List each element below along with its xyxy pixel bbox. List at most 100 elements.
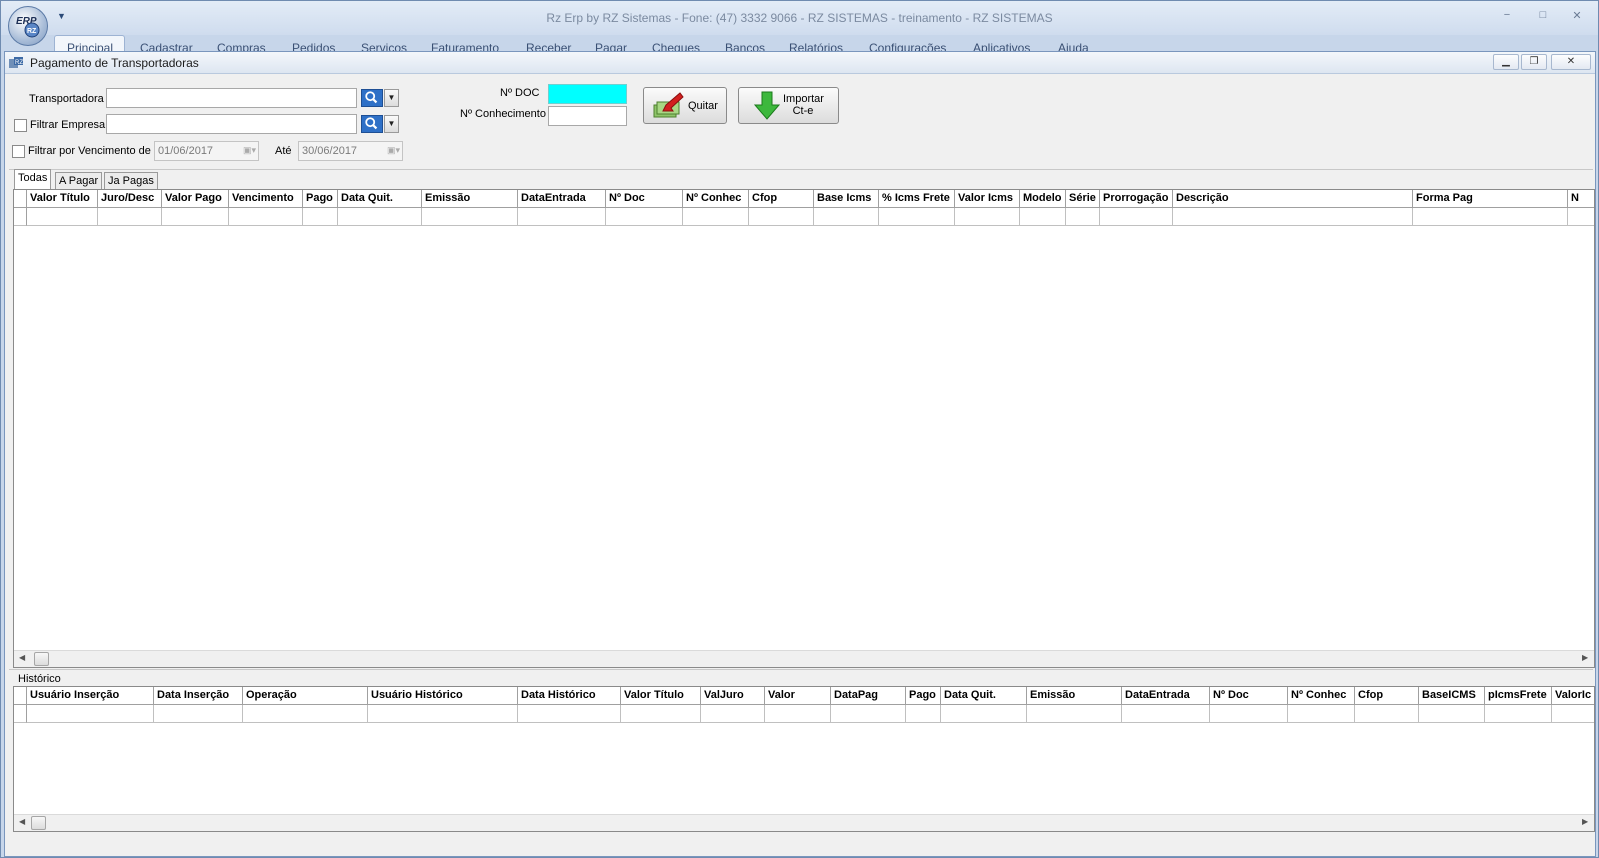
- child-minimize-button[interactable]: ▁: [1493, 54, 1519, 70]
- close-button[interactable]: ✕: [1569, 9, 1585, 23]
- cell[interactable]: [1100, 208, 1173, 226]
- col-valor-icms[interactable]: Valor Icms: [955, 190, 1020, 208]
- cell[interactable]: [1020, 208, 1066, 226]
- col-data-historico[interactable]: Data Histórico: [518, 687, 621, 705]
- cell[interactable]: [765, 705, 831, 723]
- col-valor-titulo[interactable]: Valor Título: [621, 687, 701, 705]
- maximize-button[interactable]: □: [1535, 9, 1551, 23]
- minimize-button[interactable]: −: [1499, 9, 1515, 23]
- col-data-quit[interactable]: Data Quit.: [338, 190, 422, 208]
- date-to-picker[interactable]: 30/06/2017 ▣▾: [298, 141, 403, 161]
- importar-cte-button[interactable]: Importar Ct-e: [738, 87, 839, 124]
- cell[interactable]: [831, 705, 906, 723]
- tab-a-pagar[interactable]: A Pagar: [55, 172, 103, 190]
- cell[interactable]: [906, 705, 941, 723]
- ndoc-input[interactable]: [548, 84, 627, 104]
- cell[interactable]: [955, 208, 1020, 226]
- tab-ja-pagas[interactable]: Ja Pagas: [104, 172, 158, 190]
- cell[interactable]: [1355, 705, 1419, 723]
- cell[interactable]: [1027, 705, 1122, 723]
- scroll-left-arrow[interactable]: ◀: [19, 653, 25, 662]
- col-data-quit[interactable]: Data Quit.: [941, 687, 1027, 705]
- scroll-right-arrow[interactable]: ▶: [1582, 653, 1588, 662]
- calendar-dropdown-icon[interactable]: ▣▾: [387, 145, 400, 156]
- col-serie[interactable]: Série: [1066, 190, 1100, 208]
- cell[interactable]: [98, 208, 162, 226]
- cell[interactable]: [229, 208, 303, 226]
- col-data-entrada[interactable]: DataEntrada: [1122, 687, 1210, 705]
- cell[interactable]: [1288, 705, 1355, 723]
- main-grid[interactable]: Valor Título Juro/Desc Valor Pago Vencim…: [13, 189, 1595, 668]
- transportadora-dropdown-button[interactable]: ▼: [384, 89, 399, 107]
- tab-todas[interactable]: Todas: [14, 169, 52, 190]
- cell[interactable]: [1419, 705, 1485, 723]
- empresa-search-button[interactable]: [361, 115, 383, 133]
- filtrar-vencimento-checkbox[interactable]: [12, 145, 25, 158]
- scroll-thumb[interactable]: [34, 652, 49, 666]
- col-operacao[interactable]: Operação: [243, 687, 368, 705]
- cell[interactable]: [606, 208, 683, 226]
- cell[interactable]: [941, 705, 1027, 723]
- date-from-picker[interactable]: 01/06/2017 ▣▾: [154, 141, 259, 161]
- cell[interactable]: [303, 208, 338, 226]
- col-n[interactable]: N: [1568, 190, 1594, 208]
- cell[interactable]: [1173, 208, 1413, 226]
- transportadora-search-button[interactable]: [361, 89, 383, 107]
- cell[interactable]: [518, 208, 606, 226]
- col-icms-frete[interactable]: % Icms Frete: [879, 190, 955, 208]
- scroll-thumb[interactable]: [31, 816, 46, 830]
- cell[interactable]: [27, 208, 98, 226]
- col-modelo[interactable]: Modelo: [1020, 190, 1066, 208]
- cell[interactable]: [1568, 208, 1594, 226]
- col-juro-desc[interactable]: Juro/Desc: [98, 190, 162, 208]
- scroll-right-arrow[interactable]: ▶: [1582, 817, 1588, 826]
- nconhecimento-input[interactable]: [548, 106, 627, 126]
- cell[interactable]: [27, 705, 154, 723]
- col-emissao[interactable]: Emissão: [1027, 687, 1122, 705]
- cell[interactable]: [749, 208, 814, 226]
- col-cfop[interactable]: Cfop: [1355, 687, 1419, 705]
- cell[interactable]: [154, 705, 243, 723]
- main-grid-hscrollbar[interactable]: ◀ ▶: [14, 650, 1594, 667]
- col-datapag[interactable]: DataPag: [831, 687, 906, 705]
- cell[interactable]: [683, 208, 749, 226]
- cell[interactable]: [338, 208, 422, 226]
- col-valor-pago[interactable]: Valor Pago: [162, 190, 229, 208]
- cell[interactable]: [518, 705, 621, 723]
- scroll-left-arrow[interactable]: ◀: [19, 817, 25, 826]
- cell[interactable]: [368, 705, 518, 723]
- calendar-dropdown-icon[interactable]: ▣▾: [243, 145, 256, 156]
- col-picms-frete[interactable]: pIcmsFrete: [1485, 687, 1552, 705]
- child-close-button[interactable]: ✕: [1551, 54, 1591, 70]
- cell[interactable]: [879, 208, 955, 226]
- cell[interactable]: [162, 208, 229, 226]
- cell[interactable]: [701, 705, 765, 723]
- filtrar-empresa-checkbox[interactable]: [14, 119, 27, 132]
- col-pago[interactable]: Pago: [303, 190, 338, 208]
- col-usuario-insercao[interactable]: Usuário Inserção: [27, 687, 154, 705]
- col-valor-titulo[interactable]: Valor Título: [27, 190, 98, 208]
- cell[interactable]: [1122, 705, 1210, 723]
- col-descricao[interactable]: Descrição: [1173, 190, 1413, 208]
- quitar-button[interactable]: Quitar: [643, 87, 727, 124]
- table-row[interactable]: [14, 705, 1594, 723]
- col-n-conhec[interactable]: Nº Conhec: [683, 190, 749, 208]
- col-forma-pag[interactable]: Forma Pag: [1413, 190, 1568, 208]
- cell[interactable]: [422, 208, 518, 226]
- col-valor-icms[interactable]: ValorIc: [1552, 687, 1594, 705]
- empresa-input[interactable]: [106, 114, 357, 134]
- col-valor[interactable]: Valor: [765, 687, 831, 705]
- col-data-entrada[interactable]: DataEntrada: [518, 190, 606, 208]
- col-data-insercao[interactable]: Data Inserção: [154, 687, 243, 705]
- col-base-icms[interactable]: Base Icms: [814, 190, 879, 208]
- table-row[interactable]: [14, 208, 1594, 226]
- col-valjuro[interactable]: ValJuro: [701, 687, 765, 705]
- col-usuario-historico[interactable]: Usuário Histórico: [368, 687, 518, 705]
- cell[interactable]: [243, 705, 368, 723]
- col-n-doc[interactable]: Nº Doc: [1210, 687, 1288, 705]
- app-menu-orb-icon[interactable]: ERP RZ: [8, 6, 48, 46]
- cell[interactable]: [621, 705, 701, 723]
- transportadora-input[interactable]: [106, 88, 357, 108]
- empresa-dropdown-button[interactable]: ▼: [384, 115, 399, 133]
- col-n-doc[interactable]: Nº Doc: [606, 190, 683, 208]
